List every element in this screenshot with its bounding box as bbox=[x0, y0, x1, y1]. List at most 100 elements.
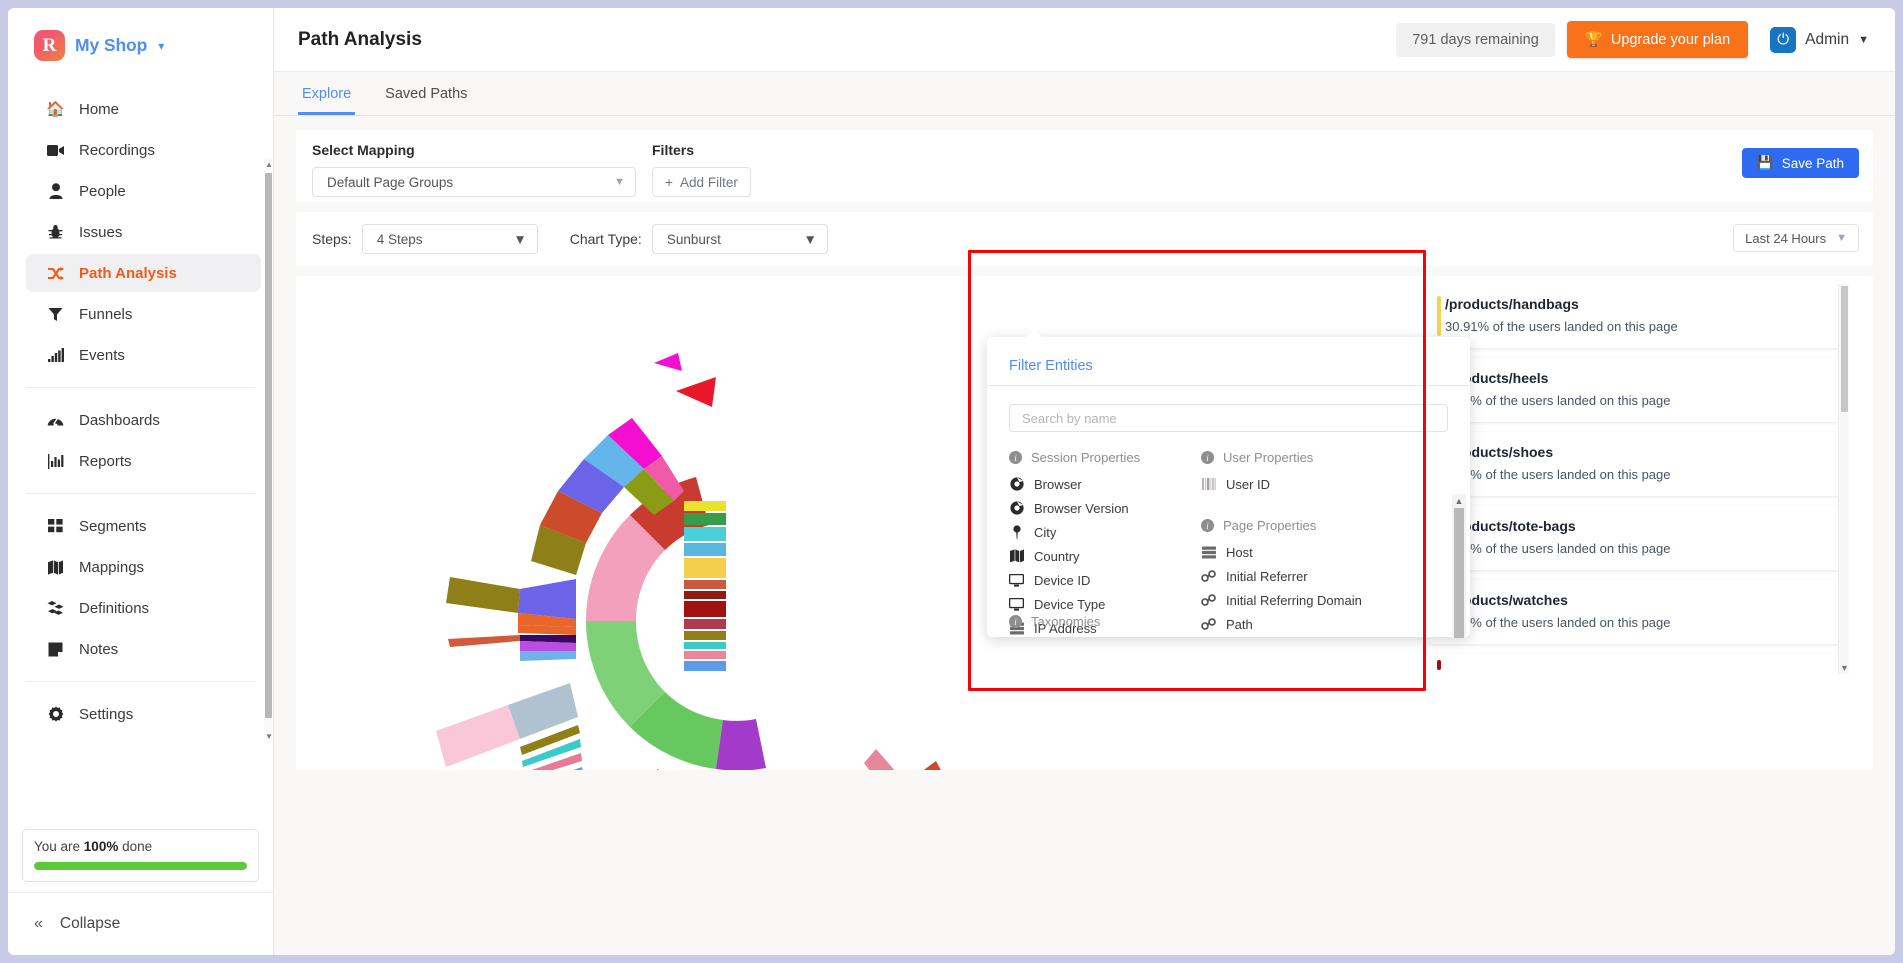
sidebar-item-settings[interactable]: Settings bbox=[26, 695, 261, 733]
chart-type-label: Chart Type: bbox=[569, 231, 642, 247]
filter-item-country[interactable]: Country bbox=[1009, 544, 1201, 568]
filter-item-browser-version[interactable]: Browser Version bbox=[1009, 496, 1201, 520]
cards-scrollbar[interactable]: ▲ ▼ bbox=[1838, 284, 1849, 674]
scroll-down-icon[interactable]: ▼ bbox=[1840, 662, 1849, 674]
chrome-icon bbox=[1009, 501, 1024, 516]
info-icon: i bbox=[1201, 451, 1214, 464]
add-filter-button[interactable]: + Add Filter bbox=[652, 167, 751, 197]
page-stat: 3.64% of the users landed on this page bbox=[1445, 615, 1671, 630]
list-item[interactable]: /products/heels 9.09% of the users lande… bbox=[1429, 358, 1849, 422]
group-session-properties: i Session Properties bbox=[1009, 450, 1201, 465]
list-item[interactable]: /products/handbags 30.91% of the users l… bbox=[1429, 284, 1849, 348]
sidebar-item-label: Segments bbox=[79, 517, 147, 535]
sidebar-item-path-analysis[interactable]: Path Analysis bbox=[26, 254, 261, 292]
barcode-icon bbox=[1201, 477, 1216, 492]
add-filter-label: Add Filter bbox=[680, 174, 738, 190]
group-taxonomies[interactable]: i Taxonomies bbox=[1009, 614, 1100, 629]
sidebar-item-events[interactable]: Events bbox=[26, 336, 261, 374]
save-path-button[interactable]: 💾 Save Path bbox=[1741, 148, 1859, 178]
sidebar-item-funnels[interactable]: Funnels bbox=[26, 295, 261, 333]
power-icon: ⏻ bbox=[1770, 26, 1797, 53]
sidebar-item-notes[interactable]: Notes bbox=[26, 630, 261, 668]
sidebar-item-label: Reports bbox=[79, 452, 132, 470]
list-item[interactable] bbox=[1429, 654, 1849, 674]
list-item[interactable]: /products/tote-bags 7.27% of the users l… bbox=[1429, 506, 1849, 570]
sidebar-item-label: Definitions bbox=[79, 599, 150, 617]
sidebar-item-home[interactable]: 🏠 Home bbox=[26, 90, 261, 128]
sidebar-scrollbar[interactable]: ▲ ▼ bbox=[264, 159, 273, 743]
filter-item-user-id[interactable]: User ID bbox=[1201, 472, 1393, 496]
bug-icon bbox=[46, 223, 65, 242]
sidebar-item-mappings[interactable]: Mappings bbox=[26, 548, 261, 586]
filter-item-browser[interactable]: Browser bbox=[1009, 472, 1201, 496]
filter-item-path[interactable]: Path bbox=[1201, 612, 1393, 636]
page-title: Path Analysis bbox=[298, 28, 422, 50]
filter-item-device-id[interactable]: Device ID bbox=[1009, 568, 1201, 592]
filter-item-host[interactable]: Host bbox=[1201, 540, 1393, 564]
trophy-icon: 🏆 bbox=[1584, 32, 1603, 48]
date-range-select[interactable]: Last 24 Hours ▼ bbox=[1733, 224, 1859, 252]
cards-scrollbar-thumb[interactable] bbox=[1841, 286, 1848, 412]
sidebar-item-label: Settings bbox=[79, 705, 134, 723]
collapse-label: Collapse bbox=[59, 915, 121, 932]
chevron-down-icon: ▾ bbox=[158, 38, 165, 53]
page-path: /products/tote-bags bbox=[1445, 518, 1576, 534]
monitor-icon bbox=[1009, 597, 1024, 612]
top-header: Path Analysis 791 days remaining 🏆 Upgra… bbox=[274, 8, 1895, 72]
filter-item-initial-referring-domain[interactable]: Initial Referring Domain bbox=[1201, 588, 1393, 612]
page-path: /products/heels bbox=[1445, 370, 1549, 386]
info-icon: i bbox=[1009, 451, 1022, 464]
filter-list-scrollbar-thumb[interactable] bbox=[1454, 508, 1464, 638]
sidebar-item-definitions[interactable]: Definitions bbox=[26, 589, 261, 627]
tab-saved-paths[interactable]: Saved Paths bbox=[381, 86, 471, 115]
upgrade-plan-button[interactable]: 🏆 Upgrade your plan bbox=[1566, 21, 1749, 58]
progress-suffix: done bbox=[118, 839, 153, 854]
app-window: R My Shop ▾ 🏠 Home Recordings People Iss… bbox=[8, 8, 1895, 955]
filter-item-referrers[interactable]: Referrers bbox=[1201, 636, 1393, 638]
progress-label: You are 100% done bbox=[34, 839, 247, 854]
sidebar-item-segments[interactable]: Segments bbox=[26, 507, 261, 545]
brand-selector[interactable]: R My Shop ▾ bbox=[8, 8, 273, 81]
sidebar-item-recordings[interactable]: Recordings bbox=[26, 131, 261, 169]
sidebar-divider bbox=[26, 493, 255, 494]
filter-item-device-type[interactable]: Device Type bbox=[1009, 592, 1201, 616]
scroll-up-icon[interactable]: ▲ bbox=[1454, 495, 1464, 507]
filter-entities-popover: Filter Entities i Session Properties bbox=[987, 329, 1470, 638]
filter-search-box[interactable] bbox=[1009, 404, 1448, 432]
filters-block: Filters + Add Filter bbox=[636, 130, 1873, 197]
filter-item-city[interactable]: City bbox=[1009, 520, 1201, 544]
home-icon: 🏠 bbox=[46, 101, 65, 118]
page-path: /products/watches bbox=[1445, 592, 1568, 608]
sidebar-scrollbar-thumb[interactable] bbox=[265, 173, 272, 718]
steps-select[interactable]: 4 Steps ▼ bbox=[361, 224, 538, 254]
sidebar-item-people[interactable]: People bbox=[26, 172, 261, 210]
scroll-up-icon[interactable]: ▲ bbox=[265, 160, 273, 170]
page-path: /products/shoes bbox=[1445, 444, 1554, 460]
save-path-label: Save Path bbox=[1781, 155, 1844, 171]
account-menu[interactable]: ⏻ Admin ▼ bbox=[1770, 26, 1869, 53]
page-stat: 9.09% of the users landed on this page bbox=[1445, 393, 1671, 408]
search-input[interactable] bbox=[1022, 410, 1435, 426]
sidebar-item-issues[interactable]: Issues bbox=[26, 213, 261, 251]
blocks-icon bbox=[46, 599, 65, 618]
sidebar-item-dashboards[interactable]: Dashboards bbox=[26, 401, 261, 439]
nav-group-analytics: Dashboards Reports bbox=[8, 392, 273, 489]
mapping-select[interactable]: Default Page Groups ▼ bbox=[312, 167, 636, 197]
filter-entities-title: Filter Entities bbox=[987, 337, 1470, 386]
sidebar-item-label: Recordings bbox=[79, 141, 155, 159]
list-item[interactable]: /products/watches 3.64% of the users lan… bbox=[1429, 580, 1849, 644]
funnel-icon bbox=[46, 305, 65, 324]
content-area: Select Mapping Default Page Groups ▼ Fil… bbox=[274, 116, 1895, 955]
filter-item-label: City bbox=[1034, 524, 1057, 540]
list-item[interactable]: /products/shoes 7.27% of the users lande… bbox=[1429, 432, 1849, 496]
filter-item-initial-referrer[interactable]: Initial Referrer bbox=[1201, 564, 1393, 588]
filter-item-label: Device Type bbox=[1034, 596, 1106, 612]
scroll-down-icon[interactable]: ▼ bbox=[265, 732, 273, 742]
sidebar-item-label: Issues bbox=[79, 223, 123, 241]
collapse-sidebar-button[interactable]: « Collapse bbox=[8, 892, 273, 955]
filter-list-scrollbar[interactable]: ▲ ▼ bbox=[1452, 494, 1466, 638]
chart-type-select[interactable]: Sunburst ▼ bbox=[651, 224, 828, 254]
brand-name: My Shop bbox=[75, 35, 148, 55]
sidebar-item-reports[interactable]: Reports bbox=[26, 442, 261, 480]
tab-explore[interactable]: Explore bbox=[298, 86, 356, 115]
